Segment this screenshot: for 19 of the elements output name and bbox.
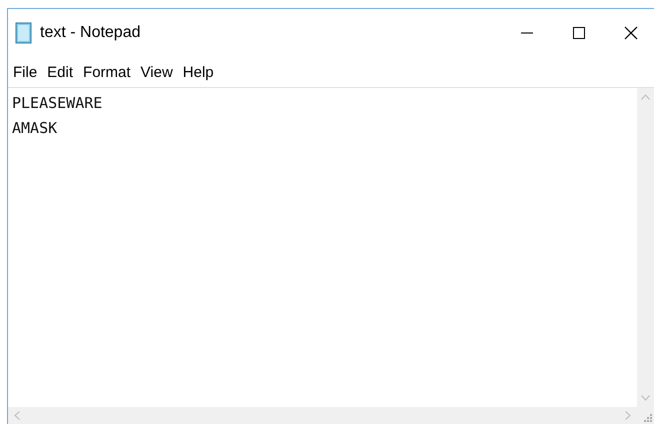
maximize-icon xyxy=(573,27,585,39)
menu-item[interactable]: File xyxy=(8,64,42,80)
scroll-right-icon[interactable] xyxy=(625,411,631,420)
menu-item[interactable]: Edit xyxy=(42,64,78,80)
menu-item[interactable]: View xyxy=(136,64,178,80)
scroll-down-icon[interactable] xyxy=(641,395,650,401)
window-title: text - Notepad xyxy=(40,24,142,42)
scroll-up-icon[interactable] xyxy=(641,94,650,100)
menu-item[interactable]: Help xyxy=(178,64,219,80)
text-line: AMASK xyxy=(12,118,58,139)
scroll-left-icon[interactable] xyxy=(14,411,20,420)
close-icon xyxy=(624,26,638,40)
resize-grip-icon[interactable] xyxy=(644,414,652,422)
text-area[interactable]: PLEASEWARE AMASK xyxy=(8,88,637,407)
vertical-scrollbar[interactable] xyxy=(637,88,654,407)
horizontal-scrollbar[interactable] xyxy=(8,407,637,424)
text-line: PLEASEWARE xyxy=(12,93,104,114)
menu-item[interactable]: Format xyxy=(78,64,136,80)
notepad-icon xyxy=(14,22,34,44)
